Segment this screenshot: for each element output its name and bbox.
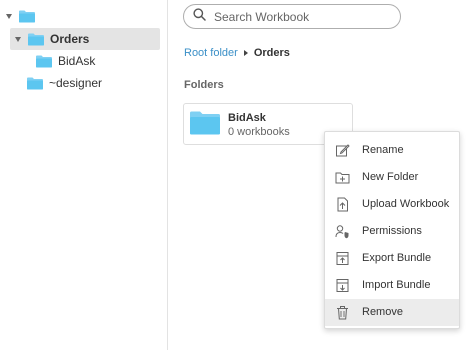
folder-card-count: 0 workbooks [228, 126, 290, 138]
folder-icon [27, 77, 43, 90]
tree-root[interactable] [6, 5, 41, 27]
menu-item-label: New Folder [362, 171, 419, 183]
menu-item-label: Export Bundle [362, 252, 432, 264]
folder-icon [28, 33, 44, 46]
search-box[interactable] [183, 4, 401, 29]
menu-item-label: Rename [362, 144, 404, 156]
tree-item-bidask[interactable]: BidAsk [36, 50, 95, 72]
upload-icon [335, 197, 350, 212]
chevron-right-icon [243, 50, 248, 56]
menu-item-rename[interactable]: Rename [325, 137, 459, 164]
tree-item-label: BidAsk [58, 54, 96, 68]
menu-item-label: Permissions [362, 225, 422, 237]
folder-icon [19, 10, 35, 23]
menu-item-new-folder[interactable]: New Folder [325, 164, 459, 191]
menu-item-upload-workbook[interactable]: Upload Workbook [325, 191, 459, 218]
tree-item-label: ~designer [49, 76, 103, 90]
folder-icon [36, 55, 52, 68]
permissions-icon [335, 224, 350, 239]
section-title: Folders [184, 79, 224, 91]
rename-icon [335, 143, 350, 158]
tree-item-label: Orders [50, 32, 90, 46]
tree-item-designer[interactable]: ~designer [27, 72, 102, 94]
search-icon [193, 7, 206, 26]
menu-item-label: Remove [362, 306, 403, 318]
import-icon [335, 278, 350, 293]
menu-item-export-bundle[interactable]: Export Bundle [325, 245, 459, 272]
folder-tree-sidebar: Orders BidAsk ~designer [0, 0, 168, 350]
menu-item-permissions[interactable]: Permissions [325, 218, 459, 245]
breadcrumb-root-link[interactable]: Root folder [184, 47, 238, 59]
caret-down-icon[interactable] [6, 13, 12, 19]
breadcrumb: Root folder Orders [184, 47, 290, 59]
breadcrumb-current: Orders [253, 47, 290, 59]
menu-item-label: Import Bundle [362, 279, 431, 291]
export-icon [335, 251, 350, 266]
caret-down-icon[interactable] [15, 36, 21, 42]
menu-item-import-bundle[interactable]: Import Bundle [325, 272, 459, 299]
folder-card-name: BidAsk [228, 112, 266, 124]
menu-item-remove[interactable]: Remove [325, 299, 459, 326]
menu-item-label: Upload Workbook [362, 198, 450, 210]
trash-icon [335, 305, 350, 320]
tree-item-orders[interactable]: Orders [10, 28, 160, 50]
context-menu: Rename New Folder Upload Workbook Permis… [324, 131, 460, 329]
folder-icon [190, 111, 220, 140]
search-input[interactable] [212, 8, 382, 25]
new-folder-icon [335, 170, 350, 185]
